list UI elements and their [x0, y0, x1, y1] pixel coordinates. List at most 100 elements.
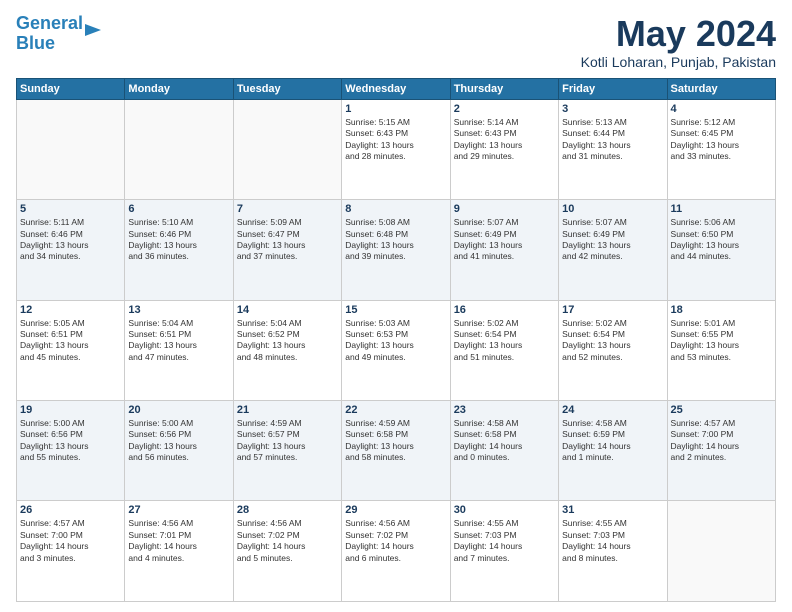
day-info: Sunrise: 5:12 AM Sunset: 6:45 PM Dayligh…	[671, 117, 772, 163]
table-row: 13Sunrise: 5:04 AM Sunset: 6:51 PM Dayli…	[125, 300, 233, 400]
col-wednesday: Wednesday	[342, 78, 450, 99]
table-row: 4 Sunrise: 5:12 AM Sunset: 6:45 PM Daylig…	[667, 99, 775, 199]
month-title: May 2024	[581, 14, 776, 54]
day-info: Sunrise: 4:57 AM Sunset: 7:00 PM Dayligh…	[20, 518, 121, 564]
table-row: 27 Sunrise: 4:56 AM Sunset: 7:01 PM Dayli…	[125, 501, 233, 602]
day-info: Sunrise: 5:06 AM Sunset: 6:50 PM Dayligh…	[671, 217, 772, 263]
calendar-table: Sunday Monday Tuesday Wednesday Thursday…	[16, 78, 776, 602]
day-number: 30	[454, 504, 555, 516]
day-info: Sunrise: 4:55 AM Sunset: 7:03 PM Dayligh…	[454, 518, 555, 564]
day-info: Sunrise: 5:11 AM Sunset: 6:46 PM Dayligh…	[20, 217, 121, 263]
day-number: 14	[237, 304, 338, 316]
day-info: Sunrise: 4:56 AM Sunset: 7:02 PM Dayligh…	[345, 518, 446, 564]
day-info: Sunrise: 5:13 AM Sunset: 6:44 PM Dayligh…	[562, 117, 663, 163]
day-info: Sunrise: 4:58 AM Sunset: 6:59 PM Dayligh…	[562, 418, 663, 464]
day-info: Sunrise: 5:02 AM Sunset: 6:54 PM Dayligh…	[562, 318, 663, 364]
table-row: 7 Sunrise: 5:09 AM Sunset: 6:47 PM Daylig…	[233, 200, 341, 300]
table-row: 14 Sunrise: 5:04 AM Sunset: 6:52 PM Dayli…	[233, 300, 341, 400]
day-number: 5	[20, 203, 121, 215]
table-row: 16 Sunrise: 5:02 AM Sunset: 6:54 PM Dayli…	[450, 300, 558, 400]
day-info: Sunrise: 5:15 AM Sunset: 6:43 PM Dayligh…	[345, 117, 446, 163]
day-number: 20	[128, 404, 229, 416]
table-row: 19Sunrise: 5:00 AM Sunset: 6:56 PM Dayli…	[17, 401, 125, 501]
table-row: 8Sunrise: 5:08 AM Sunset: 6:48 PM Daylig…	[342, 200, 450, 300]
logo-text: GeneralBlue	[16, 14, 83, 54]
calendar-week-row: 1 Sunrise: 5:15 AM Sunset: 6:43 PM Daylig…	[17, 99, 776, 199]
day-number: 25	[671, 404, 772, 416]
day-number: 22	[345, 404, 446, 416]
day-info: Sunrise: 5:10 AM Sunset: 6:46 PM Dayligh…	[128, 217, 229, 263]
day-info: Sunrise: 5:07 AM Sunset: 6:49 PM Dayligh…	[454, 217, 555, 263]
day-info: Sunrise: 4:58 AM Sunset: 6:58 PM Dayligh…	[454, 418, 555, 464]
calendar-week-row: 12 Sunrise: 5:05 AM Sunset: 6:51 PM Dayli…	[17, 300, 776, 400]
day-info: Sunrise: 4:56 AM Sunset: 7:02 PM Dayligh…	[237, 518, 338, 564]
day-number: 8	[345, 203, 446, 215]
header: GeneralBlue May 2024 Kotli Loharan, Punj…	[16, 14, 776, 70]
col-monday: Monday	[125, 78, 233, 99]
table-row: 2 Sunrise: 5:14 AM Sunset: 6:43 PM Daylig…	[450, 99, 558, 199]
day-number: 18	[671, 304, 772, 316]
day-number: 26	[20, 504, 121, 516]
day-info: Sunrise: 4:59 AM Sunset: 6:57 PM Dayligh…	[237, 418, 338, 464]
day-info: Sunrise: 4:59 AM Sunset: 6:58 PM Dayligh…	[345, 418, 446, 464]
table-row: 18Sunrise: 5:01 AM Sunset: 6:55 PM Dayli…	[667, 300, 775, 400]
day-number: 31	[562, 504, 663, 516]
calendar-week-row: 5 Sunrise: 5:11 AM Sunset: 6:46 PM Daylig…	[17, 200, 776, 300]
day-info: Sunrise: 4:55 AM Sunset: 7:03 PM Dayligh…	[562, 518, 663, 564]
day-info: Sunrise: 5:03 AM Sunset: 6:53 PM Dayligh…	[345, 318, 446, 364]
table-row: 29 Sunrise: 4:56 AM Sunset: 7:02 PM Dayli…	[342, 501, 450, 602]
day-info: Sunrise: 5:05 AM Sunset: 6:51 PM Dayligh…	[20, 318, 121, 364]
table-row: 26 Sunrise: 4:57 AM Sunset: 7:00 PM Dayli…	[17, 501, 125, 602]
day-number: 27	[128, 504, 229, 516]
day-number: 11	[671, 203, 772, 215]
table-row: 23 Sunrise: 4:58 AM Sunset: 6:58 PM Dayli…	[450, 401, 558, 501]
table-row: 30 Sunrise: 4:55 AM Sunset: 7:03 PM Dayli…	[450, 501, 558, 602]
location-title: Kotli Loharan, Punjab, Pakistan	[581, 54, 776, 70]
day-number: 21	[237, 404, 338, 416]
table-row: 20Sunrise: 5:00 AM Sunset: 6:56 PM Dayli…	[125, 401, 233, 501]
table-row: 11 Sunrise: 5:06 AM Sunset: 6:50 PM Dayli…	[667, 200, 775, 300]
table-row: 24 Sunrise: 4:58 AM Sunset: 6:59 PM Dayli…	[559, 401, 667, 501]
table-row: 28 Sunrise: 4:56 AM Sunset: 7:02 PM Dayli…	[233, 501, 341, 602]
table-row: 3 Sunrise: 5:13 AM Sunset: 6:44 PM Daylig…	[559, 99, 667, 199]
table-row	[233, 99, 341, 199]
table-row: 21 Sunrise: 4:59 AM Sunset: 6:57 PM Dayli…	[233, 401, 341, 501]
table-row: 10 Sunrise: 5:07 AM Sunset: 6:49 PM Dayli…	[559, 200, 667, 300]
day-number: 2	[454, 103, 555, 115]
logo-arrow-icon	[85, 20, 105, 40]
table-row: 31 Sunrise: 4:55 AM Sunset: 7:03 PM Dayli…	[559, 501, 667, 602]
day-number: 10	[562, 203, 663, 215]
table-row: 22 Sunrise: 4:59 AM Sunset: 6:58 PM Dayli…	[342, 401, 450, 501]
table-row: 15 Sunrise: 5:03 AM Sunset: 6:53 PM Dayli…	[342, 300, 450, 400]
col-thursday: Thursday	[450, 78, 558, 99]
day-number: 7	[237, 203, 338, 215]
day-number: 12	[20, 304, 121, 316]
day-number: 6	[128, 203, 229, 215]
day-number: 4	[671, 103, 772, 115]
day-number: 29	[345, 504, 446, 516]
day-info: Sunrise: 5:02 AM Sunset: 6:54 PM Dayligh…	[454, 318, 555, 364]
table-row: 17Sunrise: 5:02 AM Sunset: 6:54 PM Dayli…	[559, 300, 667, 400]
day-info: Sunrise: 4:56 AM Sunset: 7:01 PM Dayligh…	[128, 518, 229, 564]
day-info: Sunrise: 5:07 AM Sunset: 6:49 PM Dayligh…	[562, 217, 663, 263]
day-info: Sunrise: 5:04 AM Sunset: 6:52 PM Dayligh…	[237, 318, 338, 364]
day-info: Sunrise: 5:14 AM Sunset: 6:43 PM Dayligh…	[454, 117, 555, 163]
calendar-week-row: 26 Sunrise: 4:57 AM Sunset: 7:00 PM Dayli…	[17, 501, 776, 602]
day-number: 3	[562, 103, 663, 115]
header-right: May 2024 Kotli Loharan, Punjab, Pakistan	[581, 14, 776, 70]
table-row: 6 Sunrise: 5:10 AM Sunset: 6:46 PM Daylig…	[125, 200, 233, 300]
day-number: 28	[237, 504, 338, 516]
day-number: 23	[454, 404, 555, 416]
day-number: 9	[454, 203, 555, 215]
day-number: 15	[345, 304, 446, 316]
day-info: Sunrise: 5:00 AM Sunset: 6:56 PM Dayligh…	[20, 418, 121, 464]
table-row: 1 Sunrise: 5:15 AM Sunset: 6:43 PM Daylig…	[342, 99, 450, 199]
table-row: 25 Sunrise: 4:57 AM Sunset: 7:00 PM Dayli…	[667, 401, 775, 501]
table-row: 12 Sunrise: 5:05 AM Sunset: 6:51 PM Dayli…	[17, 300, 125, 400]
day-info: Sunrise: 4:57 AM Sunset: 7:00 PM Dayligh…	[671, 418, 772, 464]
day-info: Sunrise: 5:09 AM Sunset: 6:47 PM Dayligh…	[237, 217, 338, 263]
day-number: 1	[345, 103, 446, 115]
day-number: 24	[562, 404, 663, 416]
day-number: 16	[454, 304, 555, 316]
day-info: Sunrise: 5:04 AM Sunset: 6:51 PM Dayligh…	[128, 318, 229, 364]
